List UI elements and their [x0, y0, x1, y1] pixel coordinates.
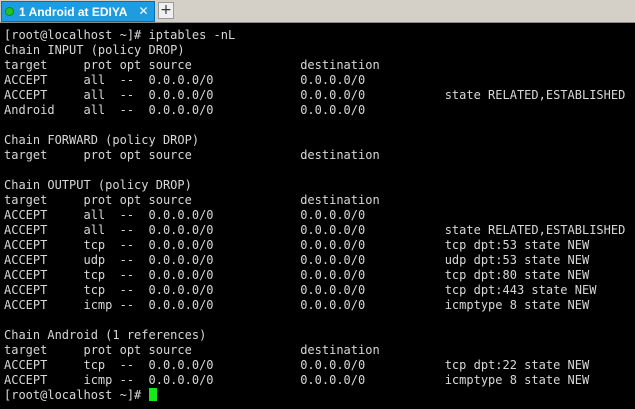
terminal-window: 1 Android at EDIYA ✕ + [root@localhost ~…	[0, 0, 635, 409]
terminal-line: Chain FORWARD (policy DROP)	[4, 133, 200, 147]
tab-bar: 1 Android at EDIYA ✕ +	[0, 0, 635, 23]
terminal-line: target prot opt source destination	[4, 343, 380, 357]
terminal-line: ACCEPT tcp -- 0.0.0.0/0 0.0.0.0/0 tcp dp…	[4, 268, 590, 282]
terminal-line: ACCEPT tcp -- 0.0.0.0/0 0.0.0.0/0 tcp dp…	[4, 238, 590, 252]
terminal-line: ACCEPT all -- 0.0.0.0/0 0.0.0.0/0 state …	[4, 88, 626, 102]
terminal-line: target prot opt source destination	[4, 58, 380, 72]
terminal-line: target prot opt source destination	[4, 193, 380, 207]
terminal-line: ACCEPT udp -- 0.0.0.0/0 0.0.0.0/0 udp dp…	[4, 253, 590, 267]
terminal-line: Chain OUTPUT (policy DROP)	[4, 178, 192, 192]
terminal-line: ACCEPT tcp -- 0.0.0.0/0 0.0.0.0/0 tcp dp…	[4, 358, 590, 372]
terminal-line: target prot opt source destination	[4, 148, 380, 162]
terminal-line: Chain INPUT (policy DROP)	[4, 43, 185, 57]
shell-prompt: [root@localhost ~]#	[4, 388, 149, 402]
tab-session[interactable]: 1 Android at EDIYA ✕	[1, 1, 155, 22]
terminal-line: ACCEPT icmp -- 0.0.0.0/0 0.0.0.0/0 icmpt…	[4, 373, 590, 387]
terminal-line: ACCEPT tcp -- 0.0.0.0/0 0.0.0.0/0 tcp dp…	[4, 283, 597, 297]
terminal-line: ACCEPT icmp -- 0.0.0.0/0 0.0.0.0/0 icmpt…	[4, 298, 590, 312]
terminal-line: [root@localhost ~]# iptables -nL	[4, 28, 236, 42]
tab-label: 1 Android at EDIYA	[19, 4, 128, 19]
new-tab-button[interactable]: +	[158, 2, 174, 19]
connection-status-icon	[5, 7, 14, 16]
terminal-line: Android all -- 0.0.0.0/0 0.0.0.0/0	[4, 103, 366, 117]
prompt-line[interactable]: [root@localhost ~]#	[4, 388, 635, 403]
terminal-line: ACCEPT all -- 0.0.0.0/0 0.0.0.0/0 state …	[4, 223, 626, 237]
text-cursor	[148, 388, 157, 401]
terminal-line: ACCEPT all -- 0.0.0.0/0 0.0.0.0/0	[4, 73, 366, 87]
terminal-line: ACCEPT all -- 0.0.0.0/0 0.0.0.0/0	[4, 208, 366, 222]
terminal-line: Chain Android (1 references)	[4, 328, 207, 342]
close-icon[interactable]: ✕	[137, 5, 150, 18]
terminal-output[interactable]: [root@localhost ~]# iptables -nL Chain I…	[0, 23, 635, 409]
